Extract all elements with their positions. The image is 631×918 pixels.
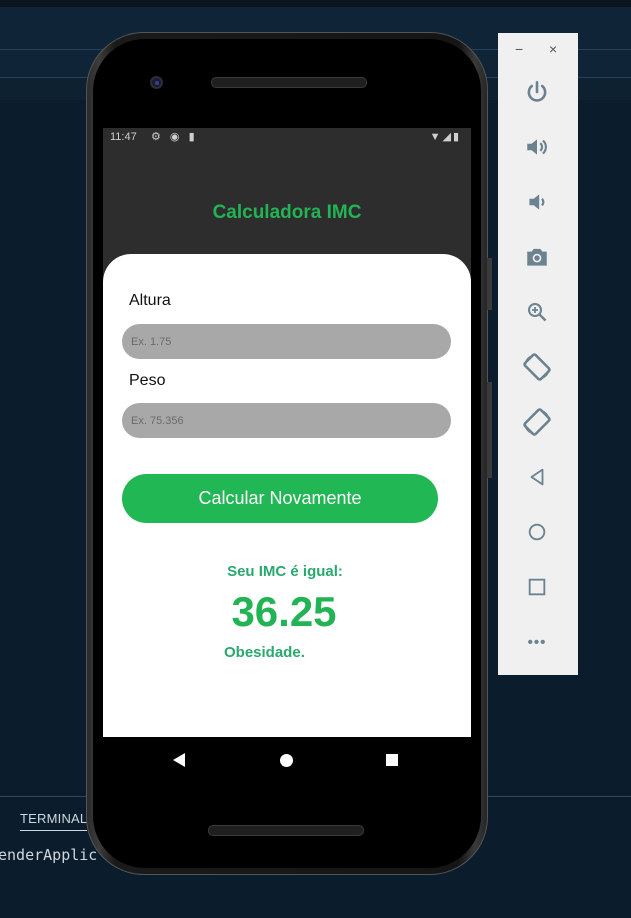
phone-speaker <box>208 825 364 836</box>
rotate-right-icon[interactable] <box>518 403 556 441</box>
terminal-tab[interactable]: TERMINAL <box>20 811 88 831</box>
nav-back-icon[interactable] <box>173 753 185 767</box>
volume-up-icon[interactable] <box>518 128 556 166</box>
more-icon[interactable]: ••• <box>518 623 556 661</box>
weight-input[interactable] <box>122 403 451 438</box>
calculate-again-button[interactable]: Calcular Novamente <box>122 474 438 523</box>
overview-icon[interactable] <box>518 568 556 606</box>
zoom-in-icon[interactable] <box>518 293 556 331</box>
height-label: Altura <box>129 292 171 309</box>
status-bar: 11:47 ⚙ ◉ ▮ ▼◢▮ <box>103 128 471 148</box>
form-card: Altura Peso Calcular Novamente Seu IMC é… <box>103 254 471 737</box>
phone-side-button <box>487 382 492 478</box>
minimize-button[interactable]: − <box>515 41 523 57</box>
status-time: 11:47 <box>110 131 137 143</box>
back-icon[interactable] <box>518 458 556 496</box>
status-signal-battery-icons: ▼◢▮ <box>429 131 461 143</box>
volume-down-icon[interactable] <box>518 183 556 221</box>
rotate-left-icon[interactable] <box>518 348 556 386</box>
front-camera-icon <box>150 76 163 89</box>
phone-speaker <box>211 77 367 88</box>
camera-icon[interactable] <box>518 238 556 276</box>
app-title: Calculadora IMC <box>212 202 362 223</box>
nav-home-icon[interactable] <box>280 754 293 767</box>
android-nav-bar <box>103 737 471 783</box>
close-button[interactable]: × <box>549 41 557 57</box>
weight-label: Peso <box>129 372 166 389</box>
status-notification-icons: ⚙ ◉ ▮ <box>151 131 198 143</box>
bmi-classification: Obesidade. <box>224 644 305 661</box>
home-icon[interactable] <box>518 513 556 551</box>
result-label: Seu IMC é igual: <box>227 563 343 580</box>
bmi-result-value: 36.25 <box>231 588 337 635</box>
emulator-toolbar: − × ••• <box>498 33 578 675</box>
phone-screen: 11:47 ⚙ ◉ ▮ ▼◢▮ Calculadora IMC Altura P… <box>103 128 471 737</box>
height-input[interactable] <box>122 324 451 359</box>
nav-recents-icon[interactable] <box>386 754 398 766</box>
power-icon[interactable] <box>518 73 556 111</box>
terminal-output: enderApplic <box>0 846 98 864</box>
phone-side-button <box>487 258 492 310</box>
ide-title-bar <box>0 0 631 7</box>
